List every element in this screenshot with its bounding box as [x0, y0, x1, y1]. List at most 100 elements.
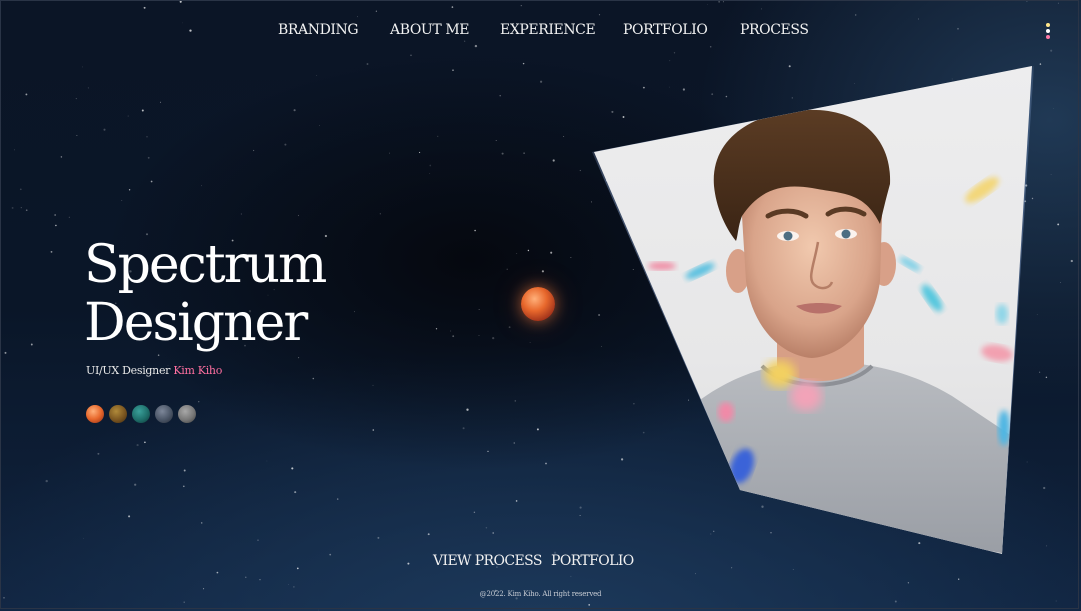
star	[501, 152, 504, 155]
star	[30, 343, 33, 346]
star	[563, 136, 565, 137]
star	[545, 462, 547, 465]
confetti-pink	[790, 381, 822, 411]
confetti-cyan	[899, 257, 921, 271]
star	[419, 151, 421, 154]
star	[450, 330, 452, 332]
star	[1053, 108, 1055, 110]
swatch-brown-planet[interactable]	[109, 405, 127, 423]
confetti-yellow	[764, 360, 796, 388]
main-nav: BRANDING ABOUT ME EXPERIENCE PORTFOLIO P…	[0, 22, 1081, 44]
star	[14, 149, 15, 151]
star	[761, 8, 763, 10]
swatch-gray-planet[interactable]	[178, 405, 196, 423]
star	[87, 87, 89, 89]
confetti-pink	[718, 402, 734, 422]
star	[462, 427, 465, 430]
star	[297, 214, 300, 217]
star	[588, 604, 591, 606]
star	[709, 46, 712, 48]
star	[75, 98, 77, 100]
star	[76, 135, 78, 136]
star	[293, 586, 295, 588]
star	[121, 200, 123, 201]
star	[435, 328, 438, 330]
star	[1039, 371, 1041, 373]
star	[240, 213, 242, 215]
star	[146, 136, 148, 138]
star	[319, 125, 320, 126]
star	[60, 156, 63, 158]
star	[492, 336, 495, 340]
star	[182, 485, 185, 488]
star	[147, 156, 150, 159]
star	[429, 164, 432, 167]
star	[492, 532, 495, 534]
star	[918, 18, 919, 20]
star	[134, 483, 137, 486]
star	[336, 498, 339, 500]
nav-portfolio[interactable]: PORTFOLIO	[623, 22, 708, 38]
star	[466, 408, 469, 411]
star	[252, 149, 255, 152]
star	[143, 6, 146, 9]
confetti-blue	[998, 410, 1010, 446]
star	[372, 429, 375, 431]
swatch-orange-planet[interactable]	[86, 405, 104, 423]
star	[513, 442, 515, 444]
star	[570, 575, 572, 577]
star	[1036, 313, 1038, 315]
kebab-menu-icon[interactable]	[1044, 22, 1052, 42]
star	[19, 188, 22, 191]
star	[0, 296, 1, 299]
bottom-links: VIEW PROCESS PORTFOLIO	[0, 553, 1081, 573]
star	[128, 515, 131, 518]
star	[598, 14, 601, 16]
star	[291, 467, 294, 470]
star	[1050, 49, 1053, 52]
left-iris	[783, 231, 793, 241]
hero-title-line2: Designer	[84, 293, 308, 353]
portfolio-link[interactable]: PORTFOLIO	[551, 553, 634, 569]
star	[1043, 486, 1046, 490]
nav-branding[interactable]: BRANDING	[278, 22, 359, 38]
star	[287, 584, 289, 585]
swatch-slate-planet[interactable]	[155, 405, 173, 423]
star	[11, 206, 14, 209]
star	[894, 600, 897, 603]
swatch-teal-planet[interactable]	[132, 405, 150, 423]
star	[485, 527, 488, 529]
red-planet[interactable]	[521, 287, 555, 321]
star	[529, 342, 531, 343]
star	[245, 576, 247, 578]
star	[83, 537, 84, 539]
star	[527, 249, 530, 252]
star	[259, 579, 261, 581]
star	[958, 578, 960, 580]
star	[157, 354, 160, 356]
confetti-pink	[648, 262, 676, 270]
star	[25, 209, 28, 212]
star	[478, 335, 480, 337]
star	[1045, 376, 1048, 379]
confetti-yellow	[965, 177, 999, 203]
nav-experience[interactable]: EXPERIENCE	[500, 22, 596, 38]
nav-process[interactable]: PROCESS	[740, 22, 809, 38]
hero-title: Spectrum Designer	[84, 236, 327, 353]
view-process-link[interactable]: VIEW PROCESS	[433, 553, 542, 569]
menu-dot	[1046, 23, 1050, 27]
star	[1050, 174, 1052, 175]
star	[579, 514, 581, 517]
star	[499, 94, 501, 97]
star	[284, 143, 287, 146]
star	[55, 224, 57, 227]
star	[81, 66, 83, 68]
star	[372, 384, 374, 386]
star	[103, 128, 106, 131]
star	[541, 270, 544, 273]
star	[357, 16, 358, 18]
star	[854, 14, 857, 16]
nav-about-me[interactable]: ABOUT ME	[390, 22, 469, 38]
star	[452, 335, 455, 338]
star	[579, 169, 581, 172]
